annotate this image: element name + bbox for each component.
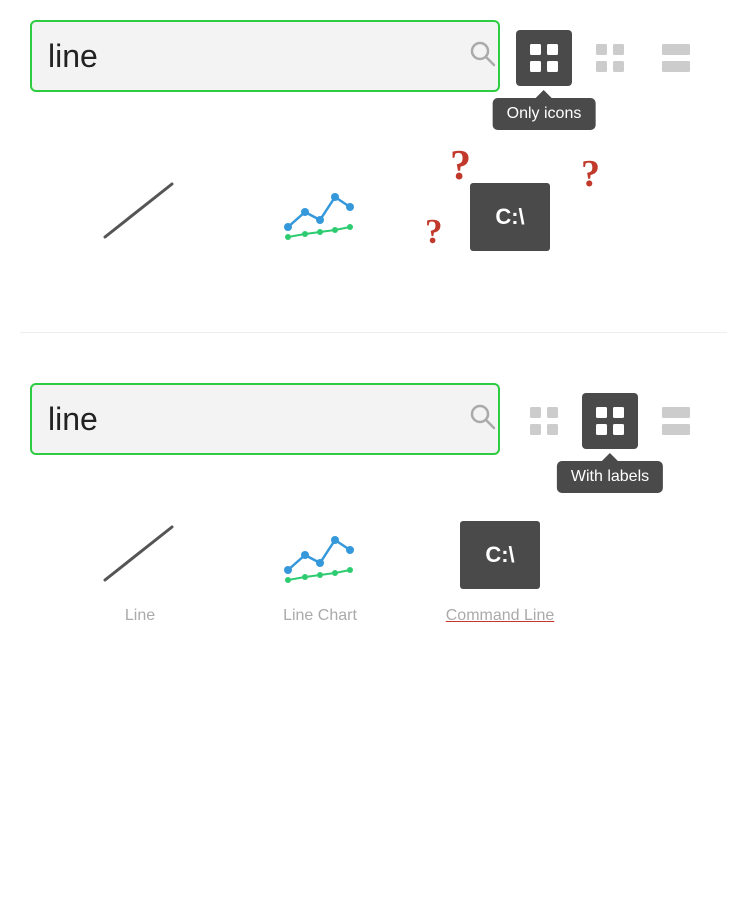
view-btn-with-labels-1[interactable]: [582, 30, 638, 86]
view-btn-list-1[interactable]: [648, 30, 704, 86]
terminal-icon-visual-2: C:\: [450, 515, 550, 595]
line-label-2: Line: [125, 607, 155, 625]
line-icon-visual-1: [90, 172, 190, 252]
search-icon-1: [468, 39, 496, 74]
top-row-1: Only icons: [30, 20, 717, 92]
view-btn-list-2[interactable]: [648, 393, 704, 449]
icon-item-chart-1: [240, 172, 400, 252]
view-btn-icons-only[interactable]: [516, 30, 572, 86]
icon-item-line-2: Line: [60, 515, 220, 625]
section-1: Only icons: [0, 0, 747, 292]
section-divider: [20, 332, 727, 333]
icon-item-terminal-2: C:\ Command Line: [420, 515, 580, 625]
search-input-2[interactable]: [48, 401, 468, 438]
icon-area-1: ? ? ? C:\: [30, 122, 717, 272]
view-btn-with-labels-2[interactable]: [582, 393, 638, 449]
terminal-box-2: C:\: [460, 521, 540, 589]
chart-icon-visual-1: [270, 172, 370, 252]
search-bar-2[interactable]: [30, 383, 500, 455]
icon-item-chart-2: Line Chart: [240, 515, 400, 625]
chart-label-2: Line Chart: [283, 607, 357, 625]
section-2: With labels Line: [0, 363, 747, 665]
terminal-icon-1: C:\: [470, 183, 550, 251]
line-icon-visual-2: [90, 515, 190, 595]
terminal-label-2: Command Line: [446, 607, 555, 625]
icon-grid-2: Line Line Char: [30, 485, 717, 645]
search-bar-1[interactable]: [30, 20, 500, 92]
icon-item-line-1: [60, 172, 220, 252]
top-row-2: With labels: [30, 383, 717, 455]
chart-icon-visual-2: [270, 515, 370, 595]
qmark-left: ?: [425, 212, 443, 252]
qmark-right: ?: [581, 152, 600, 196]
qmark-top: ?: [450, 142, 471, 190]
search-input-1[interactable]: [48, 38, 468, 75]
qmark-terminal-group: ? ? ? C:\: [420, 142, 600, 262]
search-icon-2: [468, 402, 496, 437]
view-controls-2: With labels: [516, 383, 704, 449]
view-controls-1: Only icons: [516, 20, 704, 86]
view-btn-icons-only-2[interactable]: [516, 393, 572, 449]
